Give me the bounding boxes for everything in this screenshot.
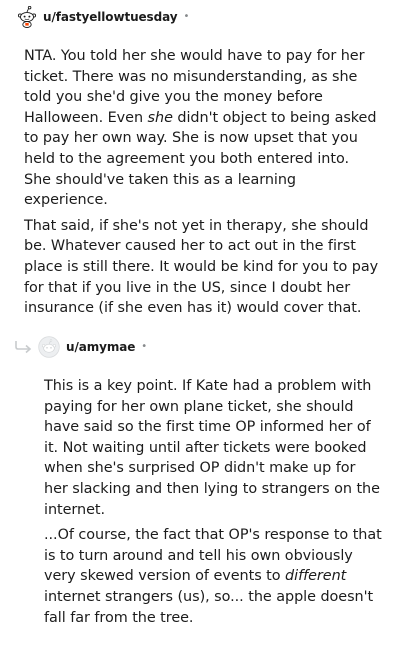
- emphasized-text: she: [147, 109, 173, 126]
- comment-body: NTA. You told her she would have to pay …: [24, 46, 380, 319]
- comment-paragraph: This is a key point. If Kate had a probl…: [44, 378, 380, 518]
- text-span: internet strangers (us), so... the apple…: [44, 588, 374, 626]
- snoo-avatar-icon[interactable]: [16, 5, 38, 28]
- comment-header: u/fastyellowtuesday •: [16, 5, 190, 28]
- default-avatar-icon[interactable]: [38, 336, 60, 358]
- reply-arrow-icon: [15, 341, 32, 354]
- comment-header: u/amymae •: [38, 336, 147, 358]
- meta-separator: •: [183, 11, 190, 22]
- comment-paragraph: ...Of course, the fact that OP's respons…: [44, 525, 382, 628]
- comment-author-username[interactable]: u/amymae: [66, 340, 135, 354]
- emphasized-text: different: [285, 568, 347, 585]
- comment-body: This is a key point. If Kate had a probl…: [44, 376, 382, 628]
- meta-separator: •: [141, 341, 148, 352]
- comment-author-username[interactable]: u/fastyellowtuesday: [43, 10, 178, 24]
- comment-paragraph: That said, if she's not yet in therapy, …: [24, 217, 379, 317]
- comment-paragraph: NTA. You told her she would have to pay …: [24, 46, 380, 211]
